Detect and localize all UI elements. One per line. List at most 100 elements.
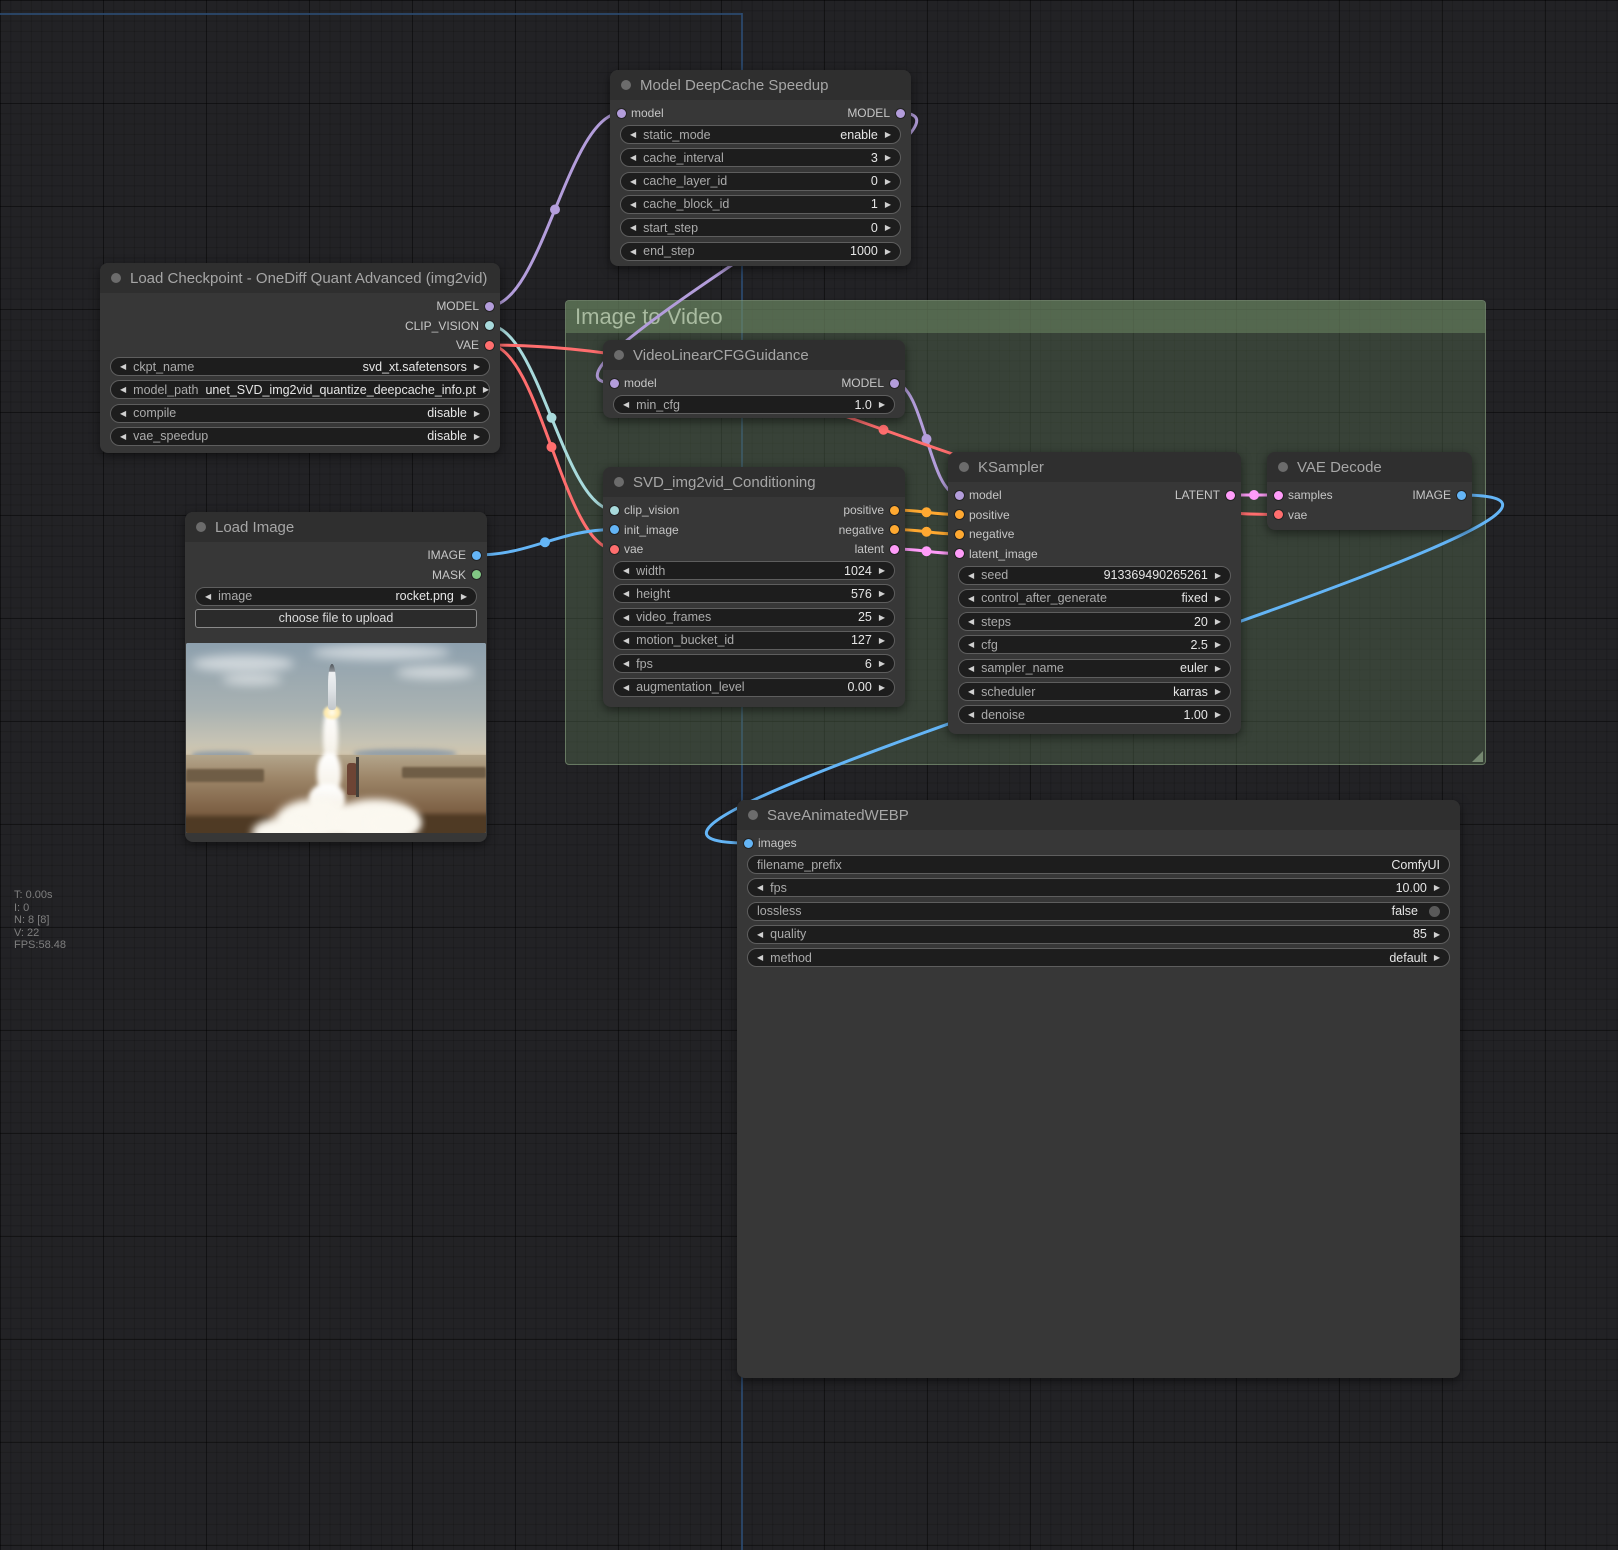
widget-value[interactable]: 3 [871,151,878,165]
stepper-left-icon[interactable]: ◀ [968,567,974,584]
node-cfg_guidance[interactable]: VideoLinearCFGGuidancemodelMODEL◀min_cfg… [603,340,905,418]
input-slot-negative-dot[interactable] [955,530,964,539]
stepper-left-icon[interactable]: ◀ [968,660,974,677]
widget-value[interactable]: svd_xt.safetensors [363,360,467,374]
stepper-left-icon[interactable]: ◀ [120,405,126,422]
output-slot-latent-dot[interactable] [890,545,899,554]
widget-width[interactable]: ◀width1024▶ [613,561,895,580]
stepper-left-icon[interactable]: ◀ [968,706,974,723]
stepper-right-icon[interactable]: ▶ [483,381,489,398]
widget-steps[interactable]: ◀steps20▶ [958,612,1231,631]
node-checkpoint[interactable]: Load Checkpoint - OneDiff Quant Advanced… [100,263,500,453]
widget-value[interactable]: 0 [871,174,878,188]
widget-value[interactable]: 6 [865,657,872,671]
stepper-right-icon[interactable]: ▶ [885,243,891,260]
input-slot-clip_vision-dot[interactable] [610,506,619,515]
widget-value[interactable]: 0.00 [848,680,872,694]
stepper-left-icon[interactable]: ◀ [968,683,974,700]
node-svd_cond[interactable]: SVD_img2vid_Conditioningclip_visionposit… [603,467,905,707]
widget-value[interactable]: 0 [871,221,878,235]
widget-value[interactable]: karras [1173,685,1208,699]
stepper-left-icon[interactable]: ◀ [630,219,636,236]
stepper-left-icon[interactable]: ◀ [623,585,629,602]
node-title-bar[interactable]: Load Checkpoint - OneDiff Quant Advanced… [100,263,500,293]
stepper-right-icon[interactable]: ▶ [1215,613,1221,630]
widget-value[interactable]: 1000 [850,244,878,258]
stepper-left-icon[interactable]: ◀ [623,609,629,626]
stepper-right-icon[interactable]: ▶ [1215,636,1221,653]
stepper-right-icon[interactable]: ▶ [879,609,885,626]
stepper-right-icon[interactable]: ▶ [885,219,891,236]
node-save_webp[interactable]: SaveAnimatedWEBPimagesfilename_prefixCom… [737,800,1460,1378]
widget-value[interactable]: disable [427,429,467,443]
widget-value[interactable]: 10.00 [1396,881,1427,895]
stepper-right-icon[interactable]: ▶ [885,196,891,213]
stepper-left-icon[interactable]: ◀ [968,636,974,653]
output-slot-IMAGE-dot[interactable] [1457,491,1466,500]
stepper-right-icon[interactable]: ▶ [885,149,891,166]
widget-value[interactable]: 1024 [844,564,872,578]
stepper-left-icon[interactable]: ◀ [630,149,636,166]
widget-motion_bucket_id[interactable]: ◀motion_bucket_id127▶ [613,631,895,650]
output-slot-positive-dot[interactable] [890,506,899,515]
stepper-right-icon[interactable]: ▶ [1215,683,1221,700]
stepper-right-icon[interactable]: ▶ [885,126,891,143]
widget-lossless[interactable]: losslessfalse [747,902,1450,921]
widget-cfg[interactable]: ◀cfg2.5▶ [958,635,1231,654]
stepper-left-icon[interactable]: ◀ [630,243,636,260]
stepper-left-icon[interactable]: ◀ [120,428,126,445]
input-slot-latent_image-dot[interactable] [955,549,964,558]
stepper-left-icon[interactable]: ◀ [623,396,629,413]
stepper-left-icon[interactable]: ◀ [623,679,629,696]
widget-cache_interval[interactable]: ◀cache_interval3▶ [620,148,901,167]
stepper-right-icon[interactable]: ▶ [474,358,480,375]
widget-value[interactable]: 1.0 [854,398,871,412]
output-slot-LATENT-dot[interactable] [1226,491,1235,500]
stepper-left-icon[interactable]: ◀ [968,590,974,607]
upload-button[interactable]: choose file to upload [195,609,477,628]
stepper-right-icon[interactable]: ▶ [879,655,885,672]
stepper-left-icon[interactable]: ◀ [120,358,126,375]
widget-scheduler[interactable]: ◀schedulerkarras▶ [958,682,1231,701]
widget-start_step[interactable]: ◀start_step0▶ [620,218,901,237]
widget-cache_layer_id[interactable]: ◀cache_layer_id0▶ [620,172,901,191]
node-deepcache[interactable]: Model DeepCache SpeedupmodelMODEL◀static… [610,70,911,266]
node-ksampler[interactable]: KSamplermodelLATENTpositivenegativelaten… [948,452,1241,734]
output-slot-MODEL-dot[interactable] [896,109,905,118]
node-vae_decode[interactable]: VAE DecodesamplesIMAGEvae [1267,452,1472,530]
widget-height[interactable]: ◀height576▶ [613,584,895,603]
group-header[interactable]: Image to Video [566,301,1485,333]
input-slot-model-dot[interactable] [617,109,626,118]
stepper-right-icon[interactable]: ▶ [885,173,891,190]
input-slot-init_image-dot[interactable] [610,525,619,534]
stepper-left-icon[interactable]: ◀ [757,879,763,896]
widget-fps[interactable]: ◀fps10.00▶ [747,878,1450,897]
stepper-right-icon[interactable]: ▶ [1434,926,1440,943]
stepper-right-icon[interactable]: ▶ [474,405,480,422]
stepper-left-icon[interactable]: ◀ [757,926,763,943]
input-slot-samples-dot[interactable] [1274,491,1283,500]
output-slot-MODEL-dot[interactable] [485,302,494,311]
group-resize-handle[interactable] [1472,751,1483,762]
stepper-right-icon[interactable]: ▶ [1434,879,1440,896]
stepper-right-icon[interactable]: ▶ [879,679,885,696]
stepper-right-icon[interactable]: ▶ [474,428,480,445]
stepper-right-icon[interactable]: ▶ [1215,567,1221,584]
widget-control_after_generate[interactable]: ◀control_after_generatefixed▶ [958,589,1231,608]
output-slot-negative-dot[interactable] [890,525,899,534]
input-slot-vae-dot[interactable] [610,545,619,554]
stepper-left-icon[interactable]: ◀ [120,381,126,398]
widget-value[interactable]: 2.5 [1190,638,1207,652]
widget-value[interactable]: ComfyUI [1391,858,1440,872]
input-slot-images-dot[interactable] [744,839,753,848]
widget-value[interactable]: 20 [1194,615,1208,629]
output-slot-VAE-dot[interactable] [485,341,494,350]
widget-augmentation_level[interactable]: ◀augmentation_level0.00▶ [613,678,895,697]
widget-model_path[interactable]: ◀model_pathunet_SVD_img2vid_quantize_dee… [110,380,490,399]
widget-value[interactable]: 127 [851,633,872,647]
widget-value[interactable]: rocket.png [395,589,453,603]
stepper-left-icon[interactable]: ◀ [968,613,974,630]
widget-value[interactable]: 25 [858,610,872,624]
widget-value[interactable]: fixed [1181,591,1207,605]
node-title-bar[interactable]: Model DeepCache Speedup [610,70,911,100]
